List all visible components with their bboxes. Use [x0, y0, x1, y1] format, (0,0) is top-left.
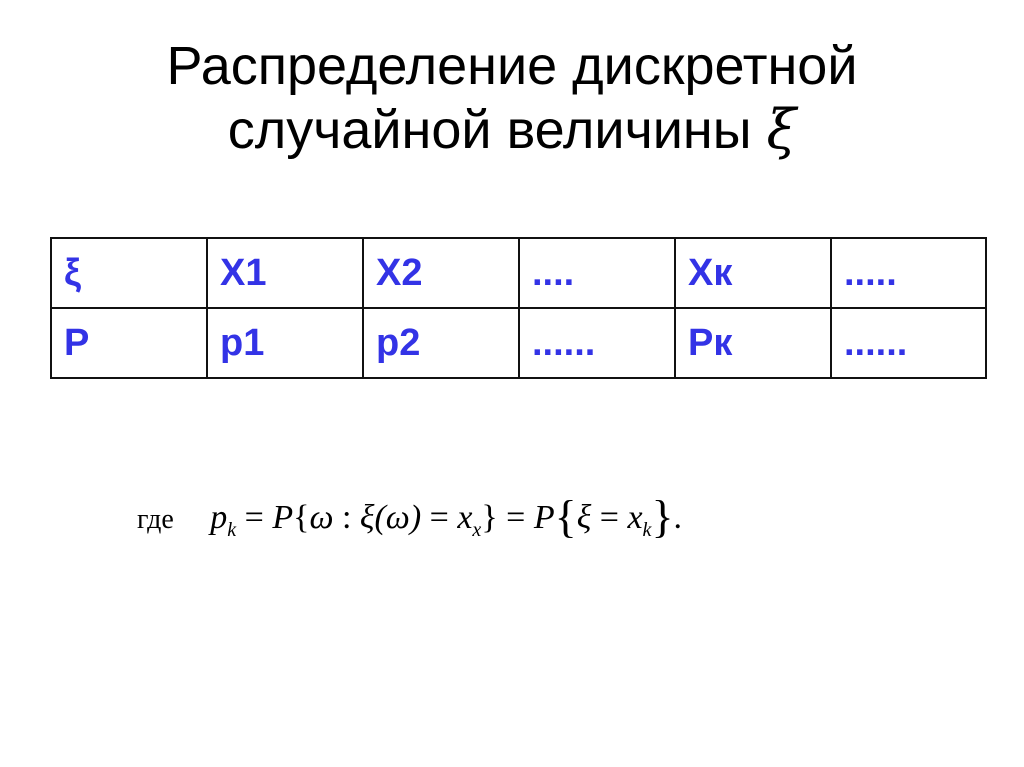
table-cell: ......: [518, 307, 676, 379]
formula-xi: ξ: [576, 499, 592, 536]
formula-open-brace: {: [293, 499, 310, 536]
formula-close-brace: }: [651, 491, 674, 542]
formula-eq: =: [506, 499, 526, 536]
table-cell: ......: [830, 307, 987, 379]
formula-x-sub: x: [472, 519, 482, 541]
formula-colon: :: [333, 499, 360, 536]
formula-xi-arg: (ω): [374, 499, 422, 536]
formula-close-brace: }: [481, 499, 498, 536]
title-line-2: случайной величины ξ: [0, 98, 1024, 162]
title-line-1: Распределение дискретной: [166, 36, 858, 96]
table-cell: P: [50, 307, 208, 379]
formula-p-sub: k: [227, 519, 237, 541]
formula-p: p: [210, 499, 228, 536]
slide-title: Распределение дискретной случайной велич…: [0, 34, 1024, 162]
table-row-probabilities: P p1 p2 ...... Pк ......: [50, 307, 987, 379]
formula-eq: =: [244, 499, 264, 536]
formula-prefix: где: [137, 504, 174, 535]
formula-eq: =: [429, 499, 449, 536]
table-cell: X1: [206, 237, 364, 309]
formula-end: .: [673, 499, 683, 536]
formula-omega: ω: [309, 499, 334, 536]
formula-xi: ξ: [359, 499, 375, 536]
formula-prob: P: [272, 499, 294, 536]
formula-eq: =: [599, 499, 619, 536]
table-row-values: ξ X1 X2 .... Xк .....: [50, 237, 987, 309]
distribution-table: ξ X1 X2 .... Xк ..... P p1 p2 ...... Pк …: [50, 237, 987, 379]
formula-prob: P: [533, 499, 555, 536]
table-cell: Xк: [674, 237, 832, 309]
probability-formula: где pk = P{ω : ξ(ω) = xx} = P{ξ = xk}.: [137, 490, 682, 543]
table-cell: p2: [362, 307, 520, 379]
table-cell: ....: [518, 237, 676, 309]
table-cell: ξ: [50, 237, 208, 309]
table-cell: Pк: [674, 307, 832, 379]
formula-x: x: [627, 499, 643, 536]
table-cell: .....: [830, 237, 987, 309]
table-cell: p1: [206, 307, 364, 379]
formula-open-brace: {: [554, 491, 577, 542]
table-cell: X2: [362, 237, 520, 309]
title-line-2-text: случайной величины: [227, 100, 752, 160]
xi-symbol: ξ: [766, 98, 797, 161]
formula-x: x: [457, 499, 473, 536]
